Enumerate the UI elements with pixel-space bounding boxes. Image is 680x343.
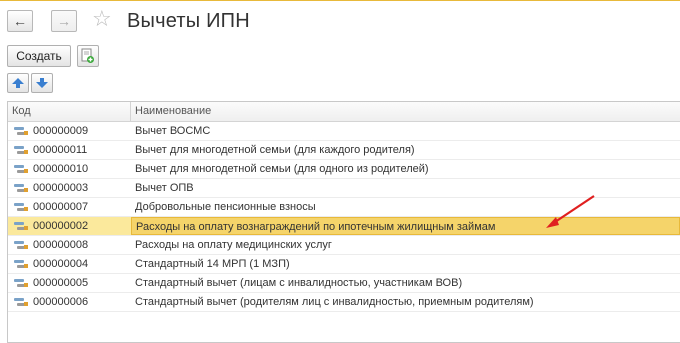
- move-up-button[interactable]: [7, 73, 29, 93]
- column-header-code[interactable]: Код: [8, 102, 131, 121]
- copy-add-icon: [81, 48, 94, 63]
- cell-code: 000000007: [8, 198, 131, 216]
- forward-button[interactable]: →: [51, 10, 77, 32]
- cell-code: 000000009: [8, 122, 131, 140]
- catalog-item-icon: [14, 202, 28, 212]
- row-code: 000000010: [33, 163, 89, 175]
- move-down-button[interactable]: [31, 73, 53, 93]
- table-row[interactable]: 000000003 Вычет ОПВ: [8, 179, 680, 198]
- catalog-item-icon: [14, 259, 28, 269]
- catalog-item-icon: [14, 278, 28, 288]
- create-button[interactable]: Создать: [7, 45, 71, 67]
- row-code: 000000003: [33, 182, 89, 194]
- table-row[interactable]: 000000007 Добровольные пенсионные взносы: [8, 198, 680, 217]
- row-name: Вычет для многодетной семьи (для одного …: [135, 163, 429, 175]
- row-name: Вычет ОПВ: [135, 182, 194, 194]
- row-code: 000000005: [33, 277, 89, 289]
- catalog-item-icon: [14, 221, 28, 231]
- arrow-down-icon: [36, 78, 48, 88]
- row-name: Вычет для многодетной семьи (для каждого…: [135, 144, 415, 156]
- table-row[interactable]: 000000008 Расходы на оплату медицинских у…: [8, 236, 680, 255]
- table-header: Код Наименование: [8, 102, 680, 122]
- cell-code: 000000008: [8, 236, 131, 254]
- cell-code: 000000011: [8, 141, 131, 159]
- catalog-item-icon: [14, 240, 28, 250]
- cell-code: 000000004: [8, 255, 131, 273]
- table-row[interactable]: 000000004 Стандартный 14 МРП (1 МЗП): [8, 255, 680, 274]
- row-code: 000000011: [33, 144, 88, 156]
- page-title: Вычеты ИПН: [127, 10, 250, 32]
- cell-code: 000000006: [8, 293, 131, 311]
- catalog-item-icon: [14, 145, 28, 155]
- arrow-up-icon: [12, 78, 24, 88]
- catalog-item-icon: [14, 126, 28, 136]
- deductions-table: Код Наименование 000000009 Вычет ВОСМС 000…: [7, 101, 680, 343]
- row-code: 000000008: [33, 239, 89, 251]
- row-code: 000000006: [33, 296, 89, 308]
- table-row[interactable]: 000000010 Вычет для многодетной семьи (дл…: [8, 160, 680, 179]
- row-name: Стандартный вычет (родителям лиц с инвал…: [135, 296, 534, 308]
- table-row[interactable]: 000000006 Стандартный вычет (родителям ли…: [8, 293, 680, 312]
- row-name: Расходы на оплату медицинских услуг: [135, 239, 332, 251]
- catalog-item-icon: [14, 297, 28, 307]
- row-name: Вычет ВОСМС: [135, 125, 211, 137]
- catalog-item-icon: [14, 164, 28, 174]
- cell-code: 000000003: [8, 179, 131, 197]
- row-code: 000000004: [33, 258, 89, 270]
- row-name: Добровольные пенсионные взносы: [135, 201, 316, 213]
- row-name: Стандартный 14 МРП (1 МЗП): [135, 258, 290, 270]
- row-code: 000000002: [33, 220, 89, 232]
- table-row[interactable]: 000000005 Стандартный вычет (лицам с инва…: [8, 274, 680, 293]
- favorite-star-icon[interactable]: ☆: [92, 8, 112, 30]
- table-row[interactable]: 000000002 Расходы на оплату вознаграждени…: [8, 217, 680, 236]
- column-header-name[interactable]: Наименование: [131, 102, 211, 121]
- back-button[interactable]: ←: [7, 10, 33, 32]
- copy-button[interactable]: [77, 45, 99, 67]
- row-code: 000000007: [33, 201, 89, 213]
- cell-code: 000000002: [8, 217, 131, 235]
- table-row[interactable]: 000000011 Вычет для многодетной семьи (дл…: [8, 141, 680, 160]
- row-code: 000000009: [33, 125, 89, 137]
- arrow-left-icon: ←: [13, 13, 27, 29]
- row-name: Стандартный вычет (лицам с инвалидностью…: [135, 277, 463, 289]
- cell-code: 000000010: [8, 160, 131, 178]
- table-body: 000000009 Вычет ВОСМС 000000011 Вычет для м…: [8, 122, 680, 312]
- cell-code: 000000005: [8, 274, 131, 292]
- row-name: Расходы на оплату вознаграждений по ипот…: [131, 217, 680, 235]
- arrow-right-icon: →: [57, 13, 71, 29]
- table-row[interactable]: 000000009 Вычет ВОСМС: [8, 122, 680, 141]
- catalog-item-icon: [14, 183, 28, 193]
- window-top-border: [0, 0, 680, 1]
